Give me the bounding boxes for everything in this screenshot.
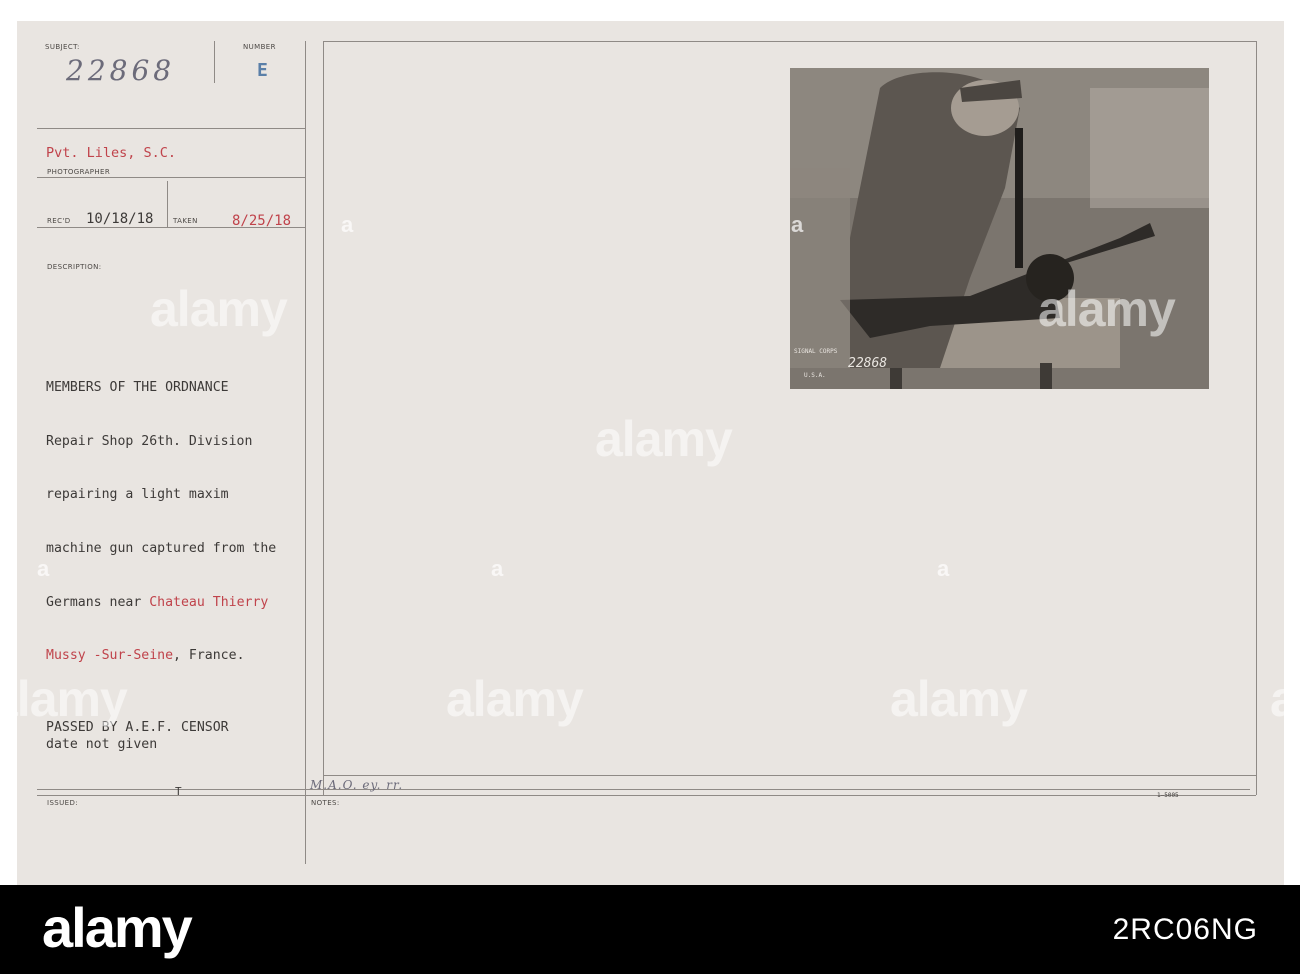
number-stamp: E <box>257 60 268 81</box>
photo-stamp-text: SIGNAL CORPS <box>794 348 838 355</box>
description-text: MEMBERS OF THE ORDNANCE Repair Shop 26th… <box>46 343 276 683</box>
subject-label: SUBJECT: <box>45 43 80 51</box>
location-chateau-thierry: Chateau Thierry <box>149 594 269 610</box>
photographer-name: Pvt. Liles, S.C. <box>46 145 177 161</box>
form-number: 1—5005 <box>1157 792 1179 799</box>
watermark-dot-2: a <box>791 212 804 237</box>
watermark-1: alamy <box>150 281 288 337</box>
notes-handwriting: M.A.O. ey. rr. <box>310 778 404 792</box>
watermark-dot-4: a <box>937 556 950 581</box>
recd-label: REC'D <box>47 217 71 225</box>
description-line-1: MEMBERS OF THE ORDNANCE <box>46 379 229 395</box>
description-line-3: repairing a light maxim <box>46 487 229 503</box>
left-column-divider <box>305 41 306 864</box>
censor-line-2: date not given <box>46 737 158 752</box>
description-line-5: Germans near <box>46 594 142 610</box>
recd-date: 10/18/18 <box>86 211 154 227</box>
photo-stamp-number: 22868 <box>848 356 888 371</box>
photo-stamp-sub: U.S.A. <box>804 372 826 379</box>
footer-image-id: 2RC06NG <box>1112 913 1258 946</box>
description-label: DESCRIPTION: <box>47 263 102 271</box>
subject-number: 22868 <box>66 54 176 87</box>
photo-scene <box>790 68 1209 389</box>
watermark-dot-1: a <box>341 212 354 237</box>
watermark-7: alamy <box>1270 671 1300 727</box>
watermark-6: alamy <box>890 671 1028 727</box>
notes-label: NOTES: <box>311 799 340 807</box>
location-mussy: Mussy -Sur-Seine <box>46 648 174 664</box>
taken-label: TAKEN <box>173 217 198 225</box>
watermark-3: alamy <box>1038 281 1176 337</box>
stock-footer: alamy 2RC06NG <box>0 885 1300 974</box>
description-line-2: Repair Shop 26th. Division <box>46 433 253 449</box>
issued-label: ISSUED: <box>47 799 79 807</box>
watermark-5: alamy <box>446 671 584 727</box>
watermark-4: alamy <box>0 671 128 727</box>
photographer-label: PHOTOGRAPHER <box>47 168 111 176</box>
footer-logo: alamy <box>42 896 193 959</box>
number-label: NUMBER <box>243 43 276 51</box>
watermark-2: alamy <box>595 411 733 467</box>
watermark-dot-5: a <box>37 556 50 581</box>
description-line-4: machine gun captured from the <box>46 540 277 556</box>
issued-mark: T <box>175 785 182 798</box>
watermark-dot-3: a <box>491 556 504 581</box>
taken-date: 8/25/18 <box>232 213 292 229</box>
description-line-8: , France. <box>173 648 245 664</box>
historical-photo: 22868 SIGNAL CORPS U.S.A. <box>790 68 1209 389</box>
